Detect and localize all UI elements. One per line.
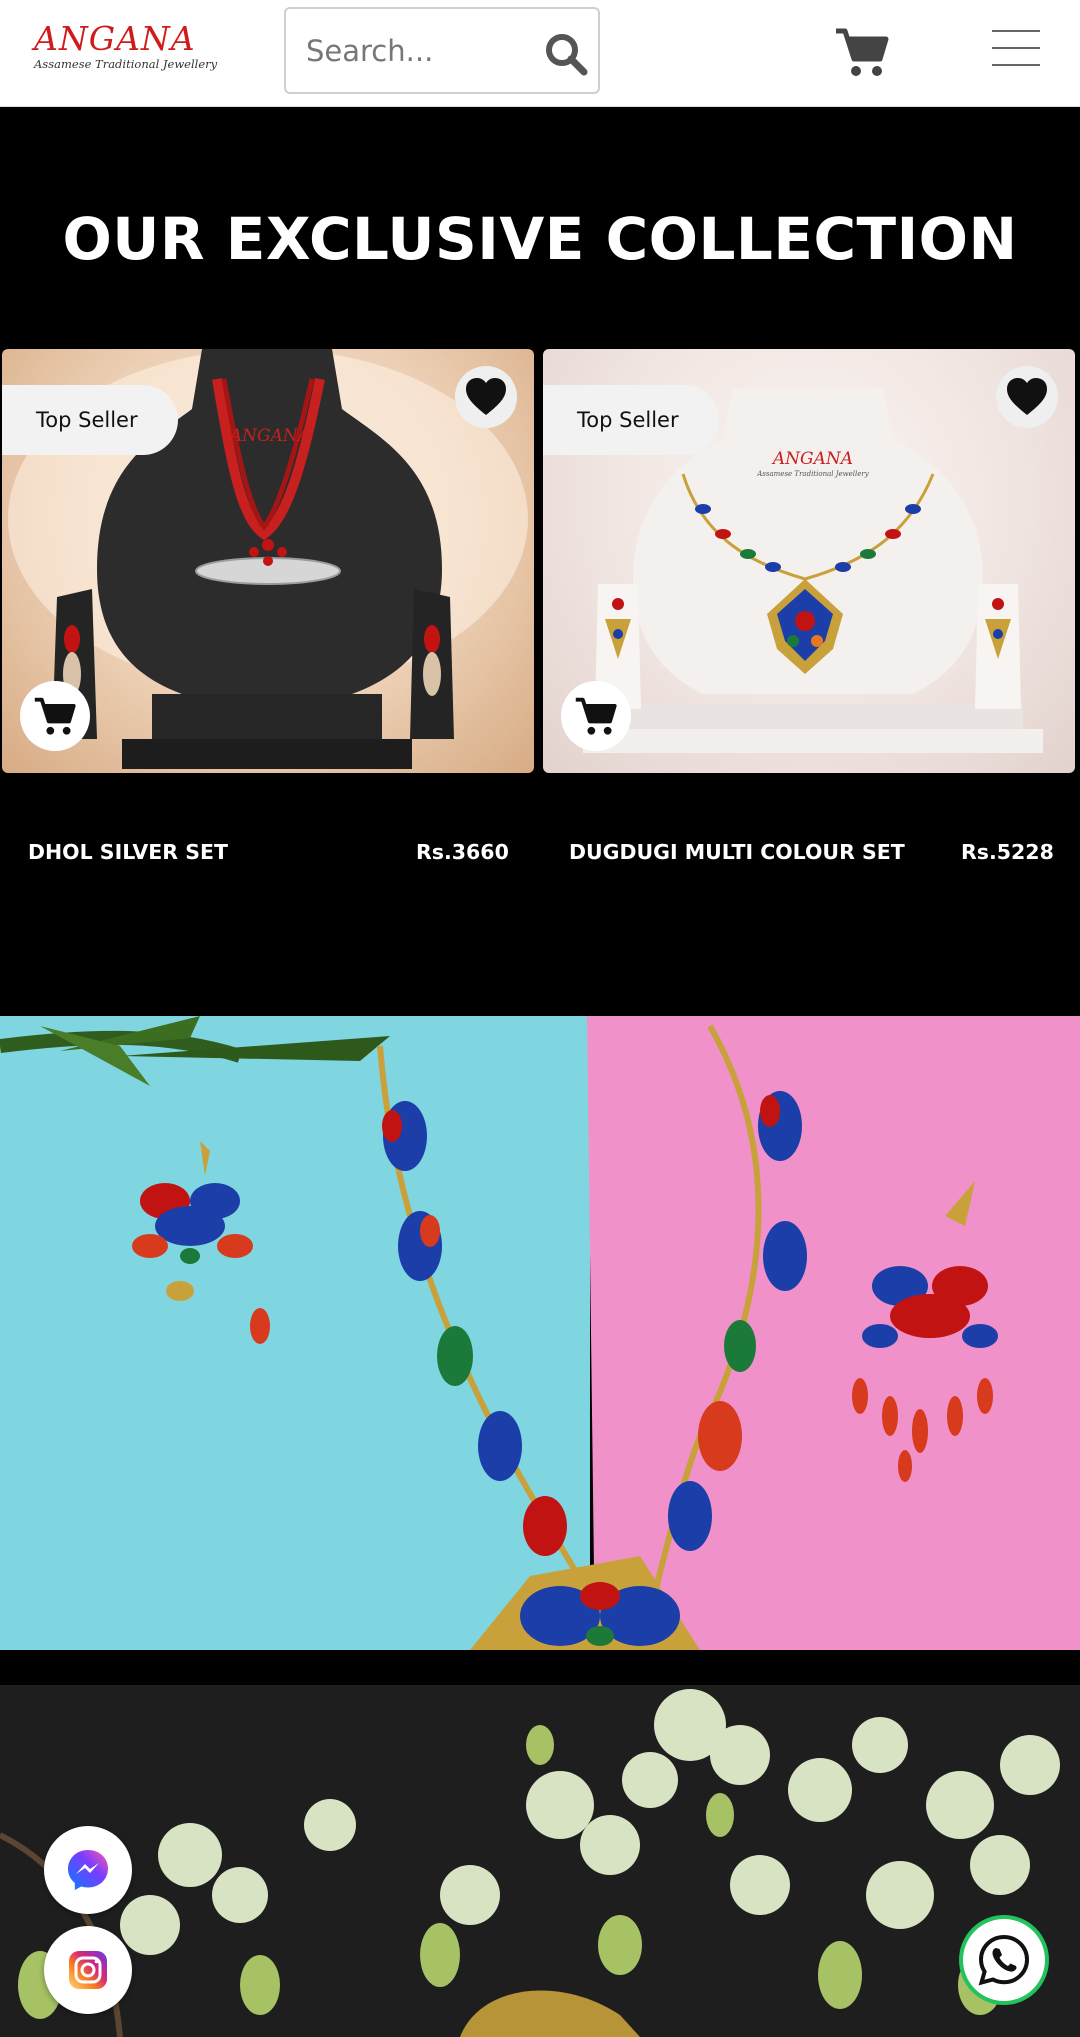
instagram-icon — [69, 1951, 107, 1989]
messenger-button[interactable] — [44, 1826, 132, 1914]
image-watermark: ANGANA — [771, 449, 853, 469]
product-name[interactable]: DHOL SILVER SET — [28, 840, 228, 864]
hamburger-menu-button[interactable] — [992, 26, 1042, 70]
product-price: Rs.3660 — [416, 840, 509, 864]
cart-button[interactable] — [834, 25, 890, 79]
add-to-cart-button[interactable] — [561, 681, 631, 751]
add-to-cart-button[interactable] — [20, 681, 90, 751]
hamburger-menu-icon — [992, 30, 1040, 32]
search-box — [284, 7, 600, 94]
brand-logo[interactable]: ANGANA Assamese Traditional Jewellery — [34, 19, 218, 82]
wishlist-button[interactable] — [996, 366, 1058, 428]
logo-tagline: Assamese Traditional Jewellery — [34, 57, 218, 71]
top-seller-badge: Top Seller — [2, 385, 178, 455]
search-input[interactable] — [306, 25, 536, 77]
search-icon — [546, 34, 588, 76]
logo-text: ANGANA — [34, 19, 196, 58]
messenger-icon — [68, 1850, 108, 1890]
product-card[interactable]: ANGANA Assamese Traditional Jewellery To… — [543, 349, 1075, 773]
product-name[interactable]: DUGDUGI MULTI COLOUR SET — [569, 840, 905, 864]
jewellery-photo — [0, 1016, 1080, 1650]
search-button[interactable] — [540, 28, 592, 80]
heart-icon — [1007, 378, 1047, 415]
product-card[interactable]: ANGANA Top Seller — [2, 349, 534, 773]
top-seller-badge: Top Seller — [543, 385, 719, 455]
instagram-button[interactable] — [44, 1926, 132, 2014]
promo-banner-image[interactable] — [0, 1016, 1080, 1650]
hamburger-menu-icon — [992, 47, 1040, 49]
cart-icon — [836, 28, 889, 76]
whatsapp-icon — [978, 1934, 1030, 1986]
cart-icon — [575, 697, 617, 735]
cart-icon — [34, 697, 76, 735]
flowers-photo — [0, 1685, 1080, 2037]
image-watermark-sub: Assamese Traditional Jewellery — [756, 470, 870, 478]
image-watermark: ANGANA — [228, 426, 310, 446]
promo-banner-image[interactable] — [0, 1685, 1080, 2037]
wishlist-button[interactable] — [455, 366, 517, 428]
section-title: OUR EXCLUSIVE COLLECTION — [62, 205, 1018, 273]
site-header: ANGANA Assamese Traditional Jewellery — [0, 0, 1080, 107]
hamburger-menu-icon — [992, 64, 1040, 66]
product-price: Rs.5228 — [961, 840, 1054, 864]
whatsapp-button[interactable] — [959, 1915, 1049, 2005]
heart-icon — [466, 378, 506, 415]
